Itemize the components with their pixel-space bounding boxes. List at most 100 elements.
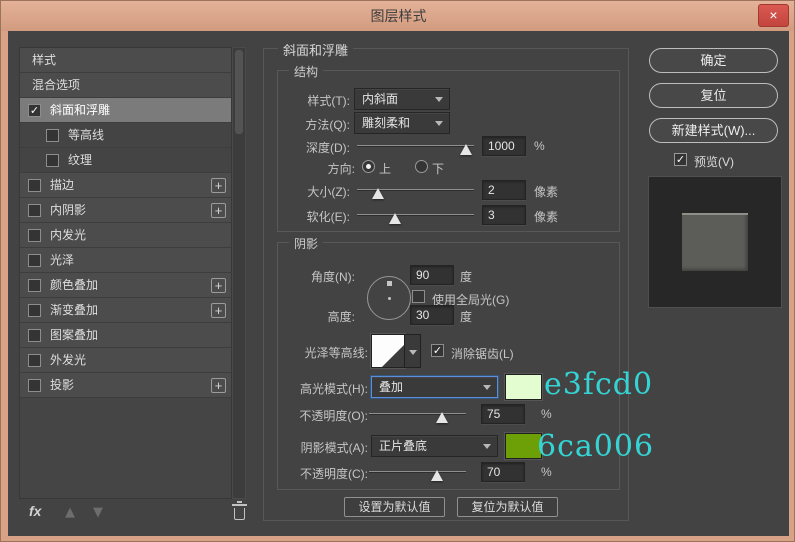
checkbox-checked[interactable]: ✓ — [28, 104, 41, 117]
checkbox-unchecked[interactable] — [28, 379, 41, 392]
preview-bevel-square — [682, 213, 748, 271]
checkbox-unchecked[interactable] — [28, 304, 41, 317]
scrollbar-thumb[interactable] — [235, 50, 243, 134]
layer-style-dialog: 图层样式 × 样式 混合选项 ✓ 斜面和浮雕 等高线 纹理 — [0, 0, 795, 542]
sidebar-item-texture[interactable]: 纹理 — [20, 148, 231, 173]
new-style-button[interactable]: 新建样式(W)... — [649, 118, 778, 143]
depth-slider-thumb[interactable] — [460, 144, 472, 155]
shadow-mode-label: 阴影模式(A): — [278, 439, 368, 456]
depth-input[interactable] — [482, 136, 526, 156]
sidebar-item-drop-shadow[interactable]: 投影 + — [20, 373, 231, 398]
checkbox-unchecked[interactable] — [28, 179, 41, 192]
soften-slider-track[interactable] — [357, 214, 474, 216]
chevron-down-icon — [483, 385, 491, 390]
delete-effect-icon[interactable] — [234, 508, 245, 520]
checkbox-unchecked[interactable] — [28, 254, 41, 267]
altitude-unit: 度 — [460, 308, 472, 325]
close-button[interactable]: × — [758, 4, 789, 27]
direction-down-label: 下 — [432, 160, 444, 177]
shadow-opacity-slider-track[interactable] — [369, 471, 466, 473]
effect-list-toolbar: fx ▲ ▼ — [19, 501, 246, 527]
angle-marker — [387, 281, 392, 286]
plus-icon[interactable]: + — [211, 278, 226, 293]
move-up-icon[interactable]: ▲ — [65, 505, 75, 520]
anti-alias-label: 消除锯齿(L) — [451, 345, 514, 362]
highlight-mode-label: 高光模式(H): — [278, 380, 368, 397]
style-dropdown[interactable]: 内斜面 — [354, 88, 450, 110]
sidebar-item-pattern-overlay[interactable]: 图案叠加 — [20, 323, 231, 348]
depth-slider-track[interactable] — [357, 145, 474, 147]
chevron-down-icon — [435, 97, 443, 102]
highlight-opacity-input[interactable] — [481, 404, 525, 424]
sidebar-item-contour[interactable]: 等高线 — [20, 123, 231, 148]
size-unit: 像素 — [534, 183, 558, 200]
angle-center-dot — [388, 297, 391, 300]
soften-input[interactable] — [482, 205, 526, 225]
sidebar-item-satin[interactable]: 光泽 — [20, 248, 231, 273]
reset-default-button[interactable]: 复位为默认值 — [457, 497, 558, 517]
sidebar-scrollbar[interactable] — [232, 47, 246, 499]
sidebar-item-stroke[interactable]: 描边 + — [20, 173, 231, 198]
size-slider-thumb[interactable] — [372, 188, 384, 199]
direction-up-radio[interactable] — [362, 160, 375, 173]
angle-input[interactable] — [410, 265, 454, 285]
checkbox-unchecked[interactable] — [46, 154, 59, 167]
soften-slider-thumb[interactable] — [389, 213, 401, 224]
direction-up-label: 上 — [379, 160, 391, 177]
style-label: 样式(T): — [278, 92, 350, 109]
checkbox-unchecked[interactable] — [28, 204, 41, 217]
checkbox-unchecked[interactable] — [46, 129, 59, 142]
angle-label: 角度(N): — [278, 268, 355, 285]
make-default-button[interactable]: 设置为默认值 — [344, 497, 445, 517]
sidebar-item-inner-glow[interactable]: 内发光 — [20, 223, 231, 248]
sidebar-item-blending-options[interactable]: 混合选项 — [20, 73, 231, 98]
size-label: 大小(Z): — [278, 183, 350, 200]
highlight-hex-annotation: e3fcd0 — [544, 367, 653, 402]
plus-icon[interactable]: + — [211, 203, 226, 218]
preview-checkbox[interactable]: ✓ — [674, 153, 687, 166]
check-icon: ✓ — [432, 345, 443, 357]
checkbox-unchecked[interactable] — [28, 279, 41, 292]
shadow-hex-annotation: 6ca006 — [537, 429, 654, 464]
sidebar-item-styles[interactable]: 样式 — [20, 48, 231, 73]
shadow-opacity-input[interactable] — [481, 462, 525, 482]
plus-icon[interactable]: + — [211, 303, 226, 318]
ok-button[interactable]: 确定 — [649, 48, 778, 73]
sidebar-item-gradient-overlay[interactable]: 渐变叠加 + — [20, 298, 231, 323]
use-global-light-checkbox[interactable] — [412, 290, 425, 303]
move-down-icon[interactable]: ▼ — [93, 505, 103, 520]
anti-alias-checkbox[interactable]: ✓ — [431, 344, 444, 357]
highlight-opacity-slider-thumb[interactable] — [436, 412, 448, 423]
plus-icon[interactable]: + — [211, 178, 226, 193]
technique-label: 方法(Q): — [278, 116, 350, 133]
gloss-contour-swatch[interactable] — [371, 334, 405, 368]
highlight-opacity-slider-track[interactable] — [369, 413, 466, 415]
sidebar-item-bevel-emboss[interactable]: ✓ 斜面和浮雕 — [20, 98, 231, 123]
chevron-down-icon — [409, 350, 417, 355]
technique-dropdown[interactable]: 雕刻柔和 — [354, 112, 450, 134]
checkbox-unchecked[interactable] — [28, 329, 41, 342]
angle-dial[interactable] — [367, 276, 411, 320]
sidebar-item-inner-shadow[interactable]: 内阴影 + — [20, 198, 231, 223]
checkbox-unchecked[interactable] — [28, 229, 41, 242]
size-input[interactable] — [482, 180, 526, 200]
title-bar[interactable]: 图层样式 × — [1, 1, 795, 31]
sidebar-item-color-overlay[interactable]: 颜色叠加 + — [20, 273, 231, 298]
altitude-input[interactable] — [410, 305, 454, 325]
highlight-mode-dropdown[interactable]: 叠加 — [371, 376, 498, 398]
reset-button[interactable]: 复位 — [649, 83, 778, 108]
fx-icon[interactable]: fx — [29, 503, 41, 519]
gloss-contour-dropdown[interactable] — [405, 334, 421, 368]
shadow-opacity-slider-thumb[interactable] — [431, 470, 443, 481]
direction-down-radio[interactable] — [415, 160, 428, 173]
soften-unit: 像素 — [534, 208, 558, 225]
highlight-color-swatch[interactable] — [505, 374, 542, 400]
dialog-title: 图层样式 — [1, 1, 795, 31]
checkbox-unchecked[interactable] — [28, 354, 41, 367]
preview-thumbnail — [648, 176, 782, 308]
shadow-mode-dropdown[interactable]: 正片叠底 — [371, 435, 498, 457]
altitude-label: 高度: — [278, 308, 355, 325]
check-icon: ✓ — [29, 105, 40, 117]
plus-icon[interactable]: + — [211, 378, 226, 393]
sidebar-item-outer-glow[interactable]: 外发光 — [20, 348, 231, 373]
